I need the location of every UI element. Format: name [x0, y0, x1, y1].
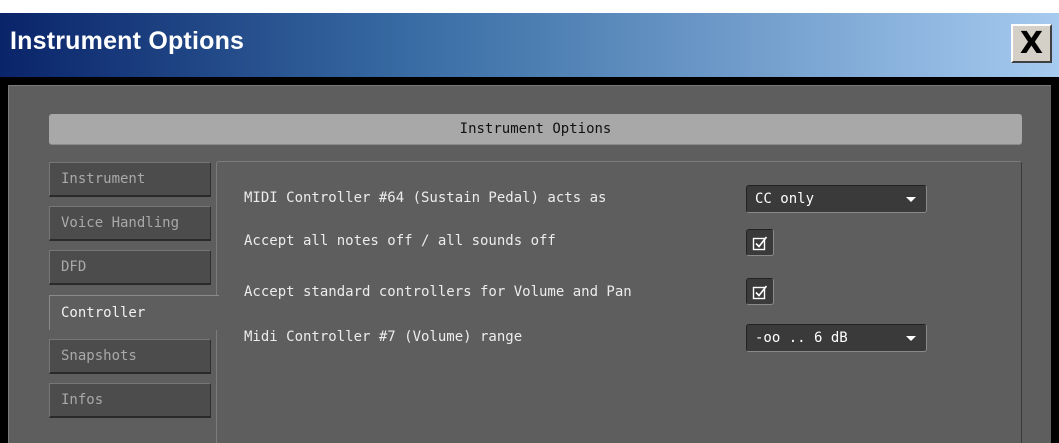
chevron-down-icon: [906, 197, 916, 202]
tab-instrument[interactable]: Instrument: [49, 162, 211, 197]
tab-dfd[interactable]: DFD: [49, 250, 211, 285]
window-titlebar: Instrument Options: [0, 13, 1059, 77]
tab-label: Infos: [61, 392, 104, 408]
checkmark-icon: [752, 285, 768, 299]
window-title: Instrument Options: [10, 27, 245, 55]
notes-off-checkbox[interactable]: [746, 229, 774, 256]
volume-range-dropdown[interactable]: -oo .. 6 dB: [746, 324, 927, 352]
panel-header: Instrument Options: [49, 114, 1022, 145]
tab-label: DFD: [61, 259, 87, 275]
sustain-pedal-label: MIDI Controller #64 (Sustain Pedal) acts…: [244, 190, 607, 206]
close-button[interactable]: X: [1011, 24, 1052, 63]
volume-range-value: -oo .. 6 dB: [755, 330, 848, 346]
close-icon: X: [1019, 25, 1044, 61]
tab-infos[interactable]: Infos: [49, 383, 211, 418]
panel-header-title: Instrument Options: [459, 121, 612, 137]
chevron-down-icon: [906, 336, 916, 341]
volume-range-label: Midi Controller #7 (Volume) range: [244, 329, 523, 345]
tab-voice-handling[interactable]: Voice Handling: [49, 206, 211, 241]
tab-label: Instrument: [61, 171, 146, 187]
tab-snapshots[interactable]: Snapshots: [49, 339, 211, 374]
standard-controllers-label: Accept standard controllers for Volume a…: [244, 284, 632, 300]
tab-label: Snapshots: [61, 348, 137, 364]
notes-off-label: Accept all notes off / all sounds off: [244, 233, 556, 249]
tab-label: Controller: [61, 305, 146, 321]
tab-label: Voice Handling: [61, 215, 180, 231]
checkmark-icon: [752, 236, 768, 250]
sustain-pedal-value: CC only: [755, 191, 815, 207]
sustain-pedal-dropdown[interactable]: CC only: [746, 185, 927, 213]
standard-controllers-checkbox[interactable]: [746, 278, 774, 305]
tab-controller[interactable]: Controller: [49, 295, 219, 330]
